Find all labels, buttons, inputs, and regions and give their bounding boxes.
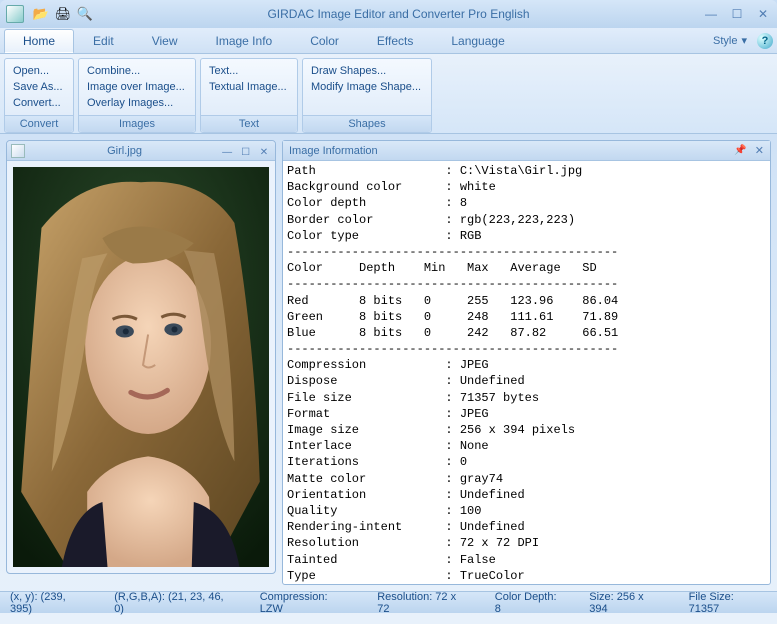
window-controls: — ☐ ✕ [703, 7, 771, 21]
ribbon-label-text: Text [201, 115, 297, 132]
tab-home[interactable]: Home [4, 29, 74, 53]
ribbon-label-shapes: Shapes [303, 115, 431, 132]
doc-minimize-icon[interactable]: — [220, 147, 234, 158]
combine-button[interactable]: Combine... [87, 63, 187, 79]
preview-icon[interactable]: 🔍 [76, 6, 94, 22]
style-dropdown[interactable]: Style▾ [707, 32, 753, 49]
maximize-icon[interactable]: ☐ [729, 7, 745, 21]
info-panel-body[interactable]: Path : C:\Vista\Girl.jpg Background colo… [283, 161, 770, 584]
convert-button[interactable]: Convert... [13, 95, 65, 111]
tab-language[interactable]: Language [432, 29, 523, 53]
document-icon [11, 144, 25, 158]
image-over-image-button[interactable]: Image over Image... [87, 79, 187, 95]
textual-image-button[interactable]: Textual Image... [209, 79, 289, 95]
draw-shapes-button[interactable]: Draw Shapes... [311, 63, 423, 79]
document-titlebar[interactable]: Girl.jpg — ☐ ✕ [7, 141, 275, 161]
doc-maximize-icon[interactable]: ☐ [239, 147, 253, 158]
ribbon-label-convert: Convert [5, 115, 73, 132]
help-icon[interactable]: ? [757, 33, 773, 49]
document-filename: Girl.jpg [29, 145, 220, 157]
status-xy: (x, y): (239, 395) [10, 591, 90, 615]
pin-icon[interactable]: 📌 [734, 145, 746, 156]
tab-view[interactable]: View [133, 29, 197, 53]
tab-edit[interactable]: Edit [74, 29, 133, 53]
text-button[interactable]: Text... [209, 63, 289, 79]
image-information-panel: Image Information 📌 ✕ Path : C:\Vista\Gi… [282, 140, 771, 585]
save-as-button[interactable]: Save As... [13, 79, 65, 95]
open-button[interactable]: Open... [13, 63, 65, 79]
panel-close-icon[interactable]: ✕ [755, 144, 764, 157]
info-panel-title: Image Information 📌 ✕ [283, 141, 770, 161]
menubar: Home Edit View Image Info Color Effects … [0, 28, 777, 54]
ribbon: Open... Save As... Convert... Convert Co… [0, 54, 777, 134]
status-size: Size: 256 x 394 [589, 591, 664, 615]
ribbon-group-shapes: Draw Shapes... Modify Image Shape... Sha… [302, 58, 432, 133]
modify-image-shape-button[interactable]: Modify Image Shape... [311, 79, 423, 95]
workspace: Girl.jpg — ☐ ✕ [0, 134, 777, 591]
ribbon-label-images: Images [79, 115, 195, 132]
tab-image-info[interactable]: Image Info [197, 29, 292, 53]
minimize-icon[interactable]: — [703, 7, 719, 21]
ribbon-group-images: Combine... Image over Image... Overlay I… [78, 58, 196, 133]
doc-close-icon[interactable]: ✕ [257, 147, 271, 158]
ribbon-group-convert: Open... Save As... Convert... Convert [4, 58, 74, 133]
status-rgba: (R,G,B,A): (21, 23, 46, 0) [114, 591, 236, 615]
quick-access-toolbar: 📂 🖨 🔍 [32, 6, 94, 22]
status-filesize: File Size: 71357 [689, 591, 767, 615]
app-title: GIRDAC Image Editor and Converter Pro En… [94, 7, 703, 21]
overlay-images-button[interactable]: Overlay Images... [87, 95, 187, 111]
open-icon[interactable]: 📂 [32, 6, 50, 22]
document-window: Girl.jpg — ☐ ✕ [6, 140, 276, 574]
tab-color[interactable]: Color [291, 29, 358, 53]
statusbar: (x, y): (239, 395) (R,G,B,A): (21, 23, 4… [0, 591, 777, 613]
status-resolution: Resolution: 72 x 72 [377, 591, 471, 615]
image-canvas[interactable] [13, 167, 269, 567]
app-icon [6, 5, 24, 23]
ribbon-group-text: Text... Textual Image... Text [200, 58, 298, 133]
status-compression: Compression: LZW [260, 591, 354, 615]
print-icon[interactable]: 🖨 [54, 6, 72, 22]
tab-effects[interactable]: Effects [358, 29, 432, 53]
titlebar: 📂 🖨 🔍 GIRDAC Image Editor and Converter … [0, 0, 777, 28]
status-depth: Color Depth: 8 [495, 591, 565, 615]
close-icon[interactable]: ✕ [755, 7, 771, 21]
chevron-down-icon: ▾ [741, 34, 747, 47]
